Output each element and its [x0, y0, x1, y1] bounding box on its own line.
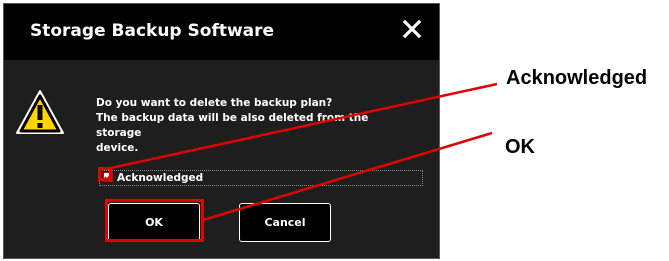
ok-callout: OK: [505, 136, 535, 158]
callout-lines: [110, 82, 498, 222]
acknowledged-callout-line: [110, 82, 498, 170]
ok-callout-line: [202, 131, 493, 222]
acknowledged-callout: Acknowledged: [506, 67, 648, 89]
